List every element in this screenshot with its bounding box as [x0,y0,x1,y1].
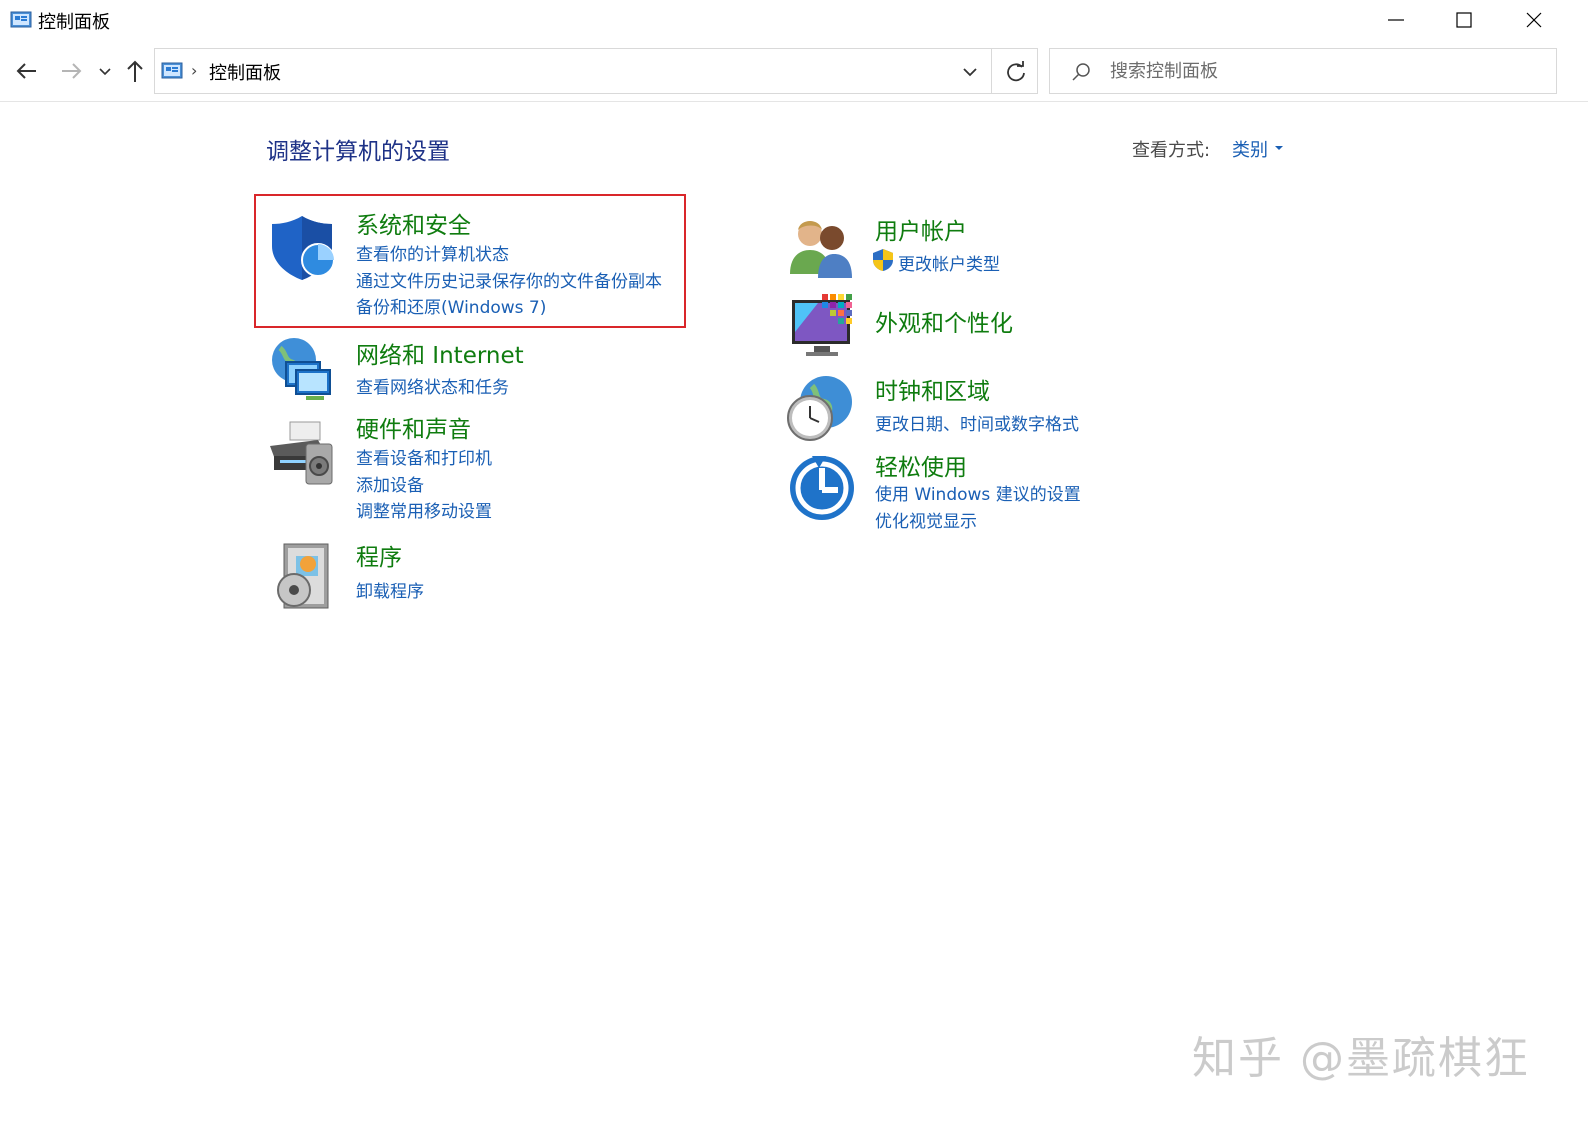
link-mobility-settings[interactable]: 调整常用移动设置 [356,497,492,522]
category-title-hardware-sound[interactable]: 硬件和声音 [356,410,471,444]
minimize-icon [1388,19,1404,21]
link-check-computer-status[interactable]: 查看你的计算机状态 [356,240,509,265]
search-icon [1072,63,1090,81]
link-view-network-status[interactable]: 查看网络状态和任务 [356,373,509,398]
category-title-ease-of-access[interactable]: 轻松使用 [875,448,967,482]
ease-of-access-icon[interactable] [786,452,858,524]
address-dropdown-chevron-icon[interactable] [955,59,985,85]
watermark: 知乎 @墨疏棋狂 [1192,1033,1530,1084]
navigation-bar: › 控制面板 [0,44,1588,100]
address-divider [991,49,992,93]
forward-arrow-icon[interactable] [56,56,86,86]
breadcrumb-separator-icon: › [191,61,198,80]
link-change-date-time-format[interactable]: 更改日期、时间或数字格式 [875,410,1079,435]
network-globe-icon[interactable] [266,334,338,406]
category-title-user-accounts[interactable]: 用户帐户 [875,212,967,246]
link-optimize-visual-display[interactable]: 优化视觉显示 [875,507,977,532]
shield-icon[interactable] [266,212,338,284]
link-backup-restore[interactable]: 备份和还原(Windows 7) [356,293,546,318]
category-title-network-internet[interactable]: 网络和 Internet [356,336,524,370]
category-title-clock-region[interactable]: 时钟和区域 [875,372,990,406]
control-panel-icon [10,11,32,28]
back-arrow-icon[interactable] [12,56,42,86]
link-view-devices-printers[interactable]: 查看设备和打印机 [356,444,492,469]
close-icon [1526,12,1542,28]
navigation-divider [0,101,1588,102]
close-button[interactable] [1500,0,1570,40]
view-by-dropdown[interactable]: 类别 [1232,136,1268,162]
recent-locations-chevron-icon[interactable] [96,56,114,86]
control-panel-icon [161,62,183,79]
search-box[interactable] [1049,48,1557,94]
search-input[interactable] [1108,57,1538,85]
clock-globe-icon[interactable] [784,372,856,444]
link-uninstall-program[interactable]: 卸载程序 [356,577,424,602]
users-icon[interactable] [786,212,858,284]
uac-shield-icon [873,249,893,271]
monitor-palette-icon[interactable] [788,292,860,364]
up-arrow-icon[interactable] [122,56,148,86]
programs-disc-icon[interactable] [270,540,342,612]
link-add-device[interactable]: 添加设备 [356,471,424,496]
page-title: 调整计算机的设置 [266,139,450,165]
category-title-appearance[interactable]: 外观和个性化 [875,304,1013,338]
title-bar: 控制面板 [0,0,1588,44]
window-title: 控制面板 [38,12,110,33]
minimize-button[interactable] [1362,0,1432,40]
dropdown-caret-icon[interactable] [1274,144,1284,152]
maximize-icon [1456,12,1472,28]
refresh-icon[interactable] [1001,58,1031,86]
category-title-system-security[interactable]: 系统和安全 [356,206,471,240]
link-change-account-type[interactable]: 更改帐户类型 [898,250,1000,275]
view-by-label: 查看方式: [1132,140,1211,161]
category-title-programs[interactable]: 程序 [356,538,402,572]
maximize-button[interactable] [1430,0,1500,40]
address-bar[interactable]: › 控制面板 [154,48,1038,94]
printer-speaker-icon[interactable] [266,418,338,490]
link-use-recommended-settings[interactable]: 使用 Windows 建议的设置 [875,480,1081,505]
breadcrumb-item[interactable]: 控制面板 [209,59,281,85]
link-file-history-backup[interactable]: 通过文件历史记录保存你的文件备份副本 [356,267,662,292]
